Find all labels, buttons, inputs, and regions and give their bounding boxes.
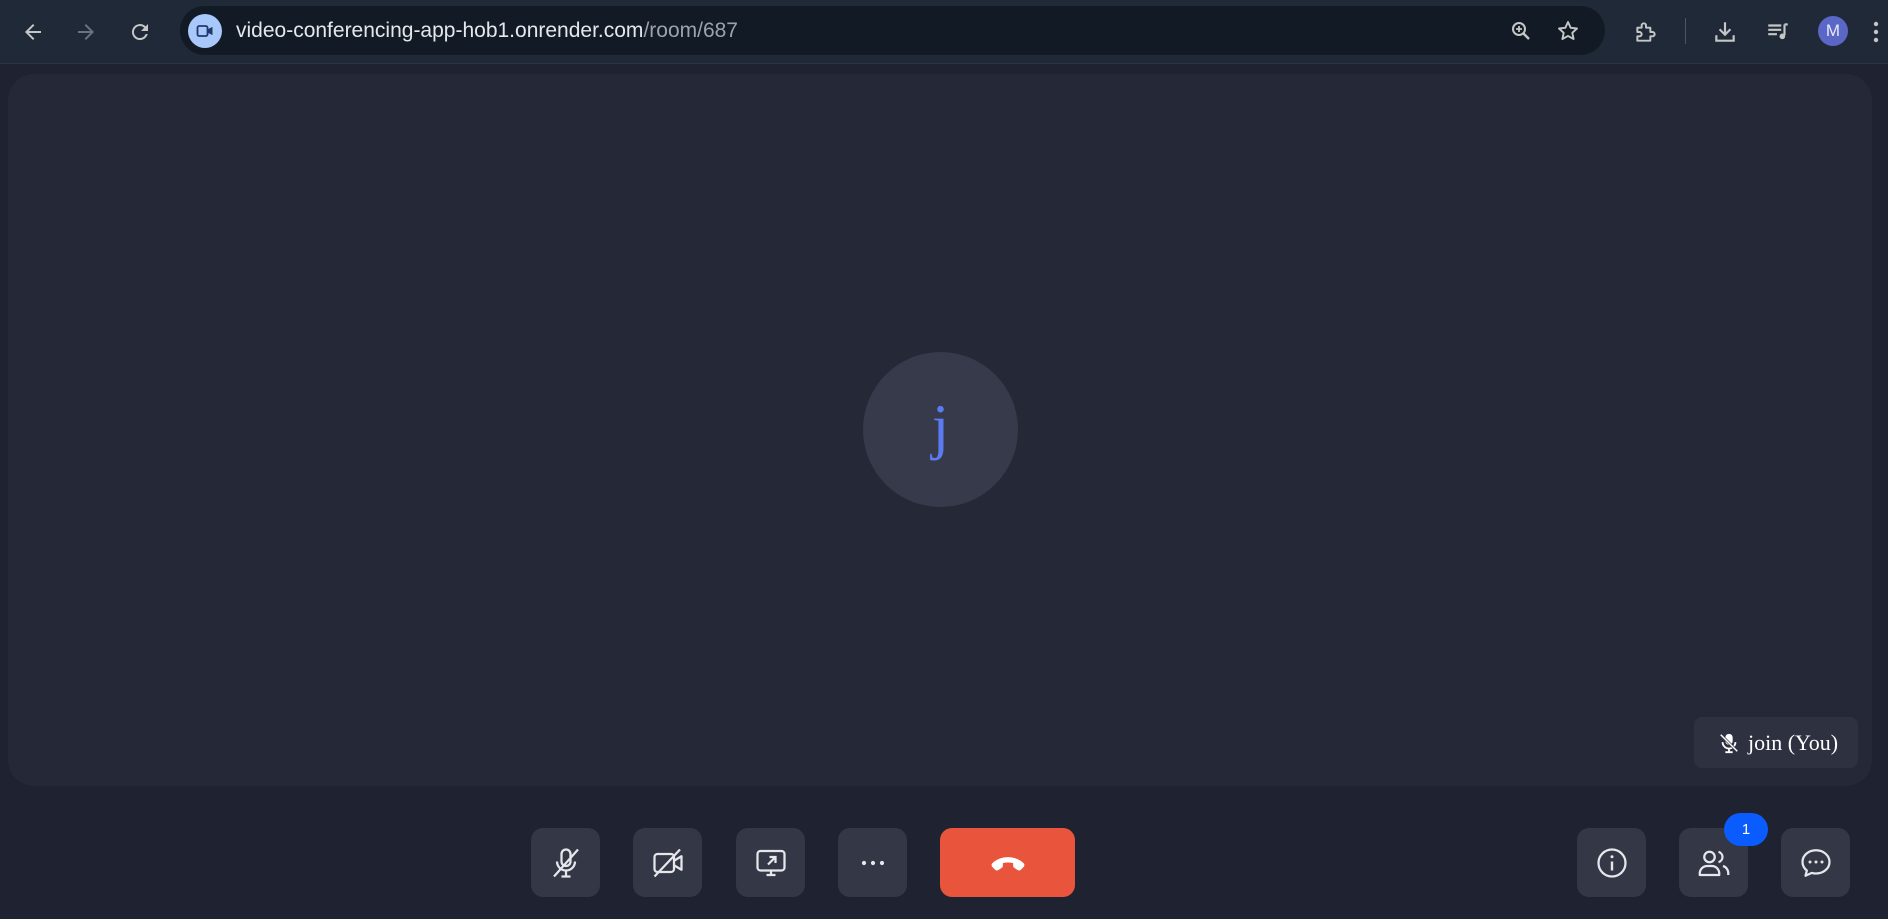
arrow-left-icon <box>25 24 41 40</box>
people-icon <box>1698 850 1729 876</box>
star-icon[interactable] <box>1553 16 1583 46</box>
camera-toggle-button[interactable] <box>633 828 702 897</box>
participant-count-badge: 1 <box>1724 813 1768 846</box>
avatar-letter: j <box>931 392 950 461</box>
participant-name-tag: join (You) <box>1694 717 1858 768</box>
phone-hangup-icon <box>991 856 1024 870</box>
participant-avatar: j <box>863 352 1018 507</box>
profile-avatar[interactable]: M <box>1818 16 1848 46</box>
back-button[interactable] <box>13 12 53 52</box>
puzzle-icon[interactable] <box>1626 12 1666 52</box>
forward-button[interactable] <box>66 12 106 52</box>
zoom-icon[interactable] <box>1506 16 1536 46</box>
mic-off-icon <box>1719 733 1739 753</box>
kebab-menu-icon[interactable] <box>1864 12 1888 52</box>
browser-toolbar: video-conferencing-app-hob1.onrender.com… <box>0 0 1888 64</box>
toolbar-divider <box>1685 18 1686 44</box>
camera-off-icon <box>652 848 683 877</box>
arrow-right-icon <box>78 24 94 40</box>
participant-tile: j join (You) <box>8 74 1872 786</box>
url-path: /room/687 <box>643 19 738 42</box>
chat-button[interactable] <box>1781 828 1850 897</box>
mic-off-icon <box>552 847 579 878</box>
url-text[interactable]: video-conferencing-app-hob1.onrender.com… <box>236 6 738 55</box>
mic-toggle-button[interactable] <box>531 828 600 897</box>
url-host: video-conferencing-app-hob1.onrender.com <box>236 19 644 42</box>
video-camera-icon[interactable] <box>188 14 222 48</box>
info-icon <box>1596 847 1627 878</box>
meeting-info-button[interactable] <box>1577 828 1646 897</box>
participant-name: join (You) <box>1748 729 1839 755</box>
download-icon[interactable] <box>1705 12 1745 52</box>
more-options-button[interactable] <box>838 828 907 897</box>
reload-button[interactable] <box>120 12 160 52</box>
screen-share-button[interactable] <box>736 828 805 897</box>
more-icon <box>861 860 884 865</box>
screen-share-icon <box>755 849 786 876</box>
media-queue-icon[interactable] <box>1758 12 1798 52</box>
chat-icon <box>1800 848 1831 877</box>
end-call-button[interactable] <box>940 828 1075 897</box>
reload-icon <box>131 24 148 41</box>
address-bar[interactable]: video-conferencing-app-hob1.onrender.com… <box>180 6 1605 55</box>
